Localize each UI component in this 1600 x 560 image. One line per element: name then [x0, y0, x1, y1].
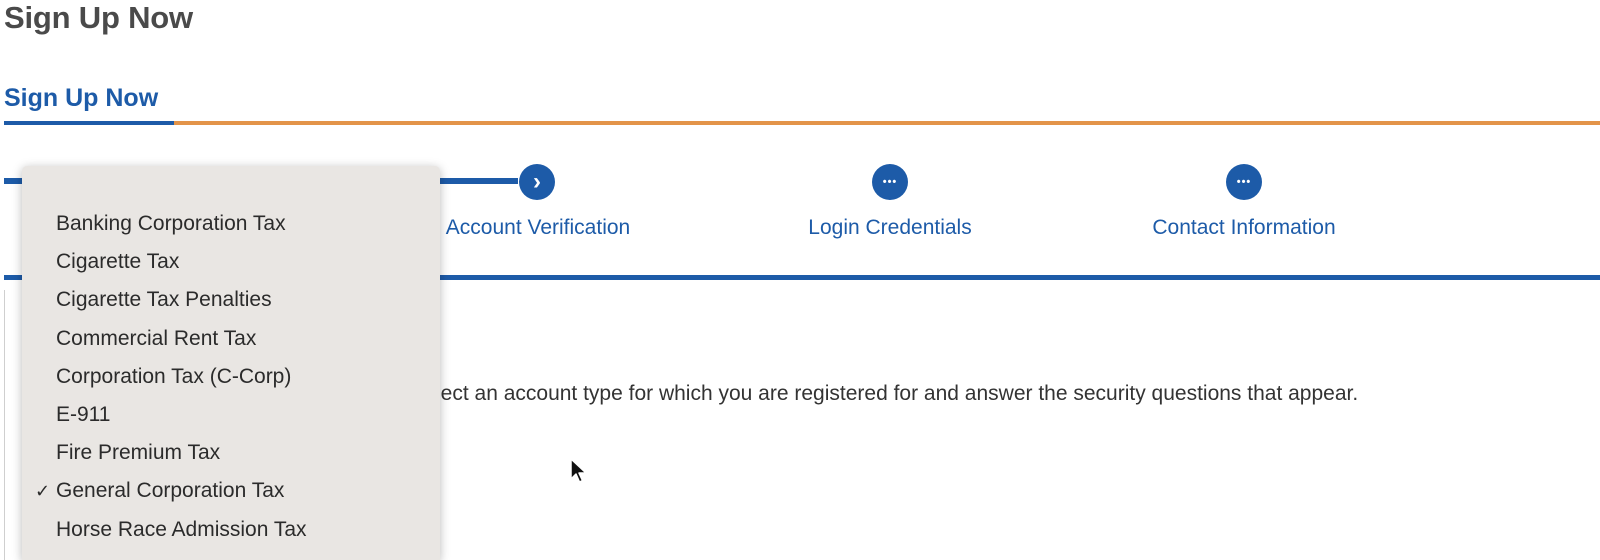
dropdown-option[interactable]: Corporation Tax (C-Corp) — [22, 358, 440, 396]
account-type-dropdown[interactable]: Banking Corporation Tax Cigarette Tax Ci… — [22, 166, 440, 560]
page-title: Sign Up Now — [4, 0, 193, 35]
dropdown-option[interactable]: E-911 — [22, 396, 440, 434]
chevron-right-icon[interactable]: › — [519, 164, 555, 200]
checkmark-icon: ✓ — [35, 481, 51, 502]
tab-divider — [174, 121, 1600, 125]
account-type-options: Banking Corporation Tax Cigarette Tax Ci… — [22, 205, 440, 549]
dropdown-option[interactable]: Fire Premium Tax — [22, 434, 440, 472]
option-label: Horse Race Admission Tax — [56, 517, 307, 541]
active-tab-indicator — [4, 121, 174, 125]
tab-bar: Sign Up Now — [0, 80, 1600, 128]
dropdown-option[interactable]: Commercial Rent Tax — [22, 320, 440, 358]
option-label: Banking Corporation Tax — [56, 212, 286, 235]
dropdown-option[interactable]: Cigarette Tax Penalties — [22, 281, 440, 319]
option-label: E-911 — [56, 402, 111, 426]
dropdown-option-selected[interactable]: ✓ General Corporation Tax — [22, 472, 440, 510]
option-label: Fire Premium Tax — [56, 441, 221, 465]
option-label: Commercial Rent Tax — [56, 326, 257, 350]
ellipsis-icon: ••• — [1226, 164, 1262, 200]
tab-sign-up-now[interactable]: Sign Up Now — [4, 80, 174, 125]
step-label-login-credentials: Login Credentials — [808, 216, 972, 239]
instruction-text: lect an account type for which you are r… — [436, 382, 1359, 405]
option-label: Cigarette Tax — [56, 250, 180, 274]
option-label: General Corporation Tax — [56, 479, 285, 503]
option-label: Cigarette Tax Penalties — [56, 288, 272, 312]
mouse-pointer-icon — [570, 458, 587, 483]
step-label-contact-information: Contact Information — [1152, 216, 1336, 239]
content-border — [4, 290, 5, 560]
step-label-account-verification: Account Verification — [445, 216, 631, 239]
tab-label: Sign Up Now — [4, 84, 159, 112]
dropdown-option[interactable]: Banking Corporation Tax — [22, 205, 440, 243]
dropdown-option[interactable]: Horse Race Admission Tax — [22, 511, 440, 549]
option-label: Corporation Tax (C-Corp) — [56, 364, 292, 388]
dropdown-option[interactable]: Cigarette Tax — [22, 243, 440, 281]
ellipsis-icon: ••• — [872, 164, 908, 200]
